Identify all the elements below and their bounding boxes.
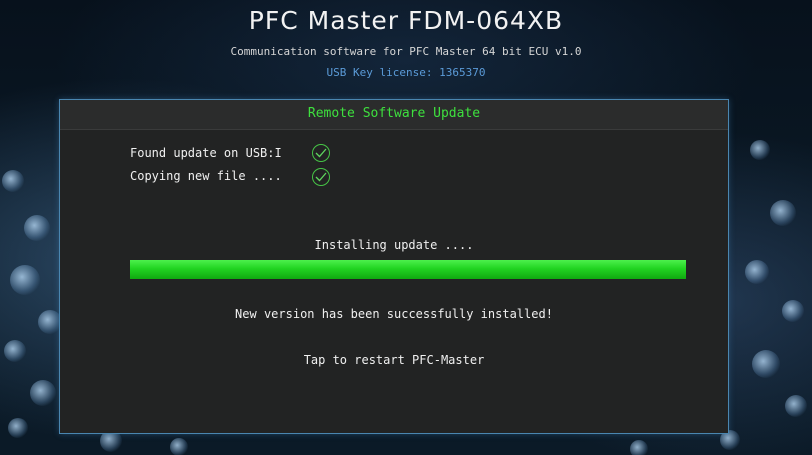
app-subtitle: Communication software for PFC Master 64… xyxy=(230,45,582,58)
progress-bar-fill xyxy=(130,260,686,279)
background-bokeh xyxy=(630,440,648,455)
dialog-title: Remote Software Update xyxy=(307,106,481,121)
background-bokeh xyxy=(4,340,26,362)
step-found-update: Found update on USB:I xyxy=(130,146,282,160)
background-bokeh xyxy=(24,215,50,241)
step-copying-file: Copying new file .... xyxy=(130,169,282,183)
check-circle-icon xyxy=(312,168,330,186)
license-info: USB Key license: 1365370 xyxy=(326,66,486,79)
background-bokeh xyxy=(8,418,28,438)
background-bokeh xyxy=(785,395,807,417)
background-bokeh xyxy=(752,350,780,378)
background-bokeh xyxy=(10,265,40,295)
success-message: New version has been successfully instal… xyxy=(235,307,553,321)
installing-label: Installing update .... xyxy=(314,238,474,252)
progress-bar xyxy=(130,260,686,279)
background-bokeh xyxy=(30,380,56,406)
check-circle-icon xyxy=(312,144,330,162)
background-bokeh xyxy=(170,438,188,455)
background-bokeh xyxy=(745,260,769,284)
dialog-header: Remote Software Update xyxy=(60,100,728,130)
app-title: PFC Master FDM-064XB xyxy=(248,6,564,35)
background-bokeh xyxy=(770,200,796,226)
restart-button[interactable]: Tap to restart PFC-Master xyxy=(295,349,493,371)
background-bokeh xyxy=(782,300,804,322)
update-dialog: Remote Software Update Found update on U… xyxy=(59,99,729,434)
background-bokeh xyxy=(2,170,24,192)
background-bokeh xyxy=(750,140,770,160)
